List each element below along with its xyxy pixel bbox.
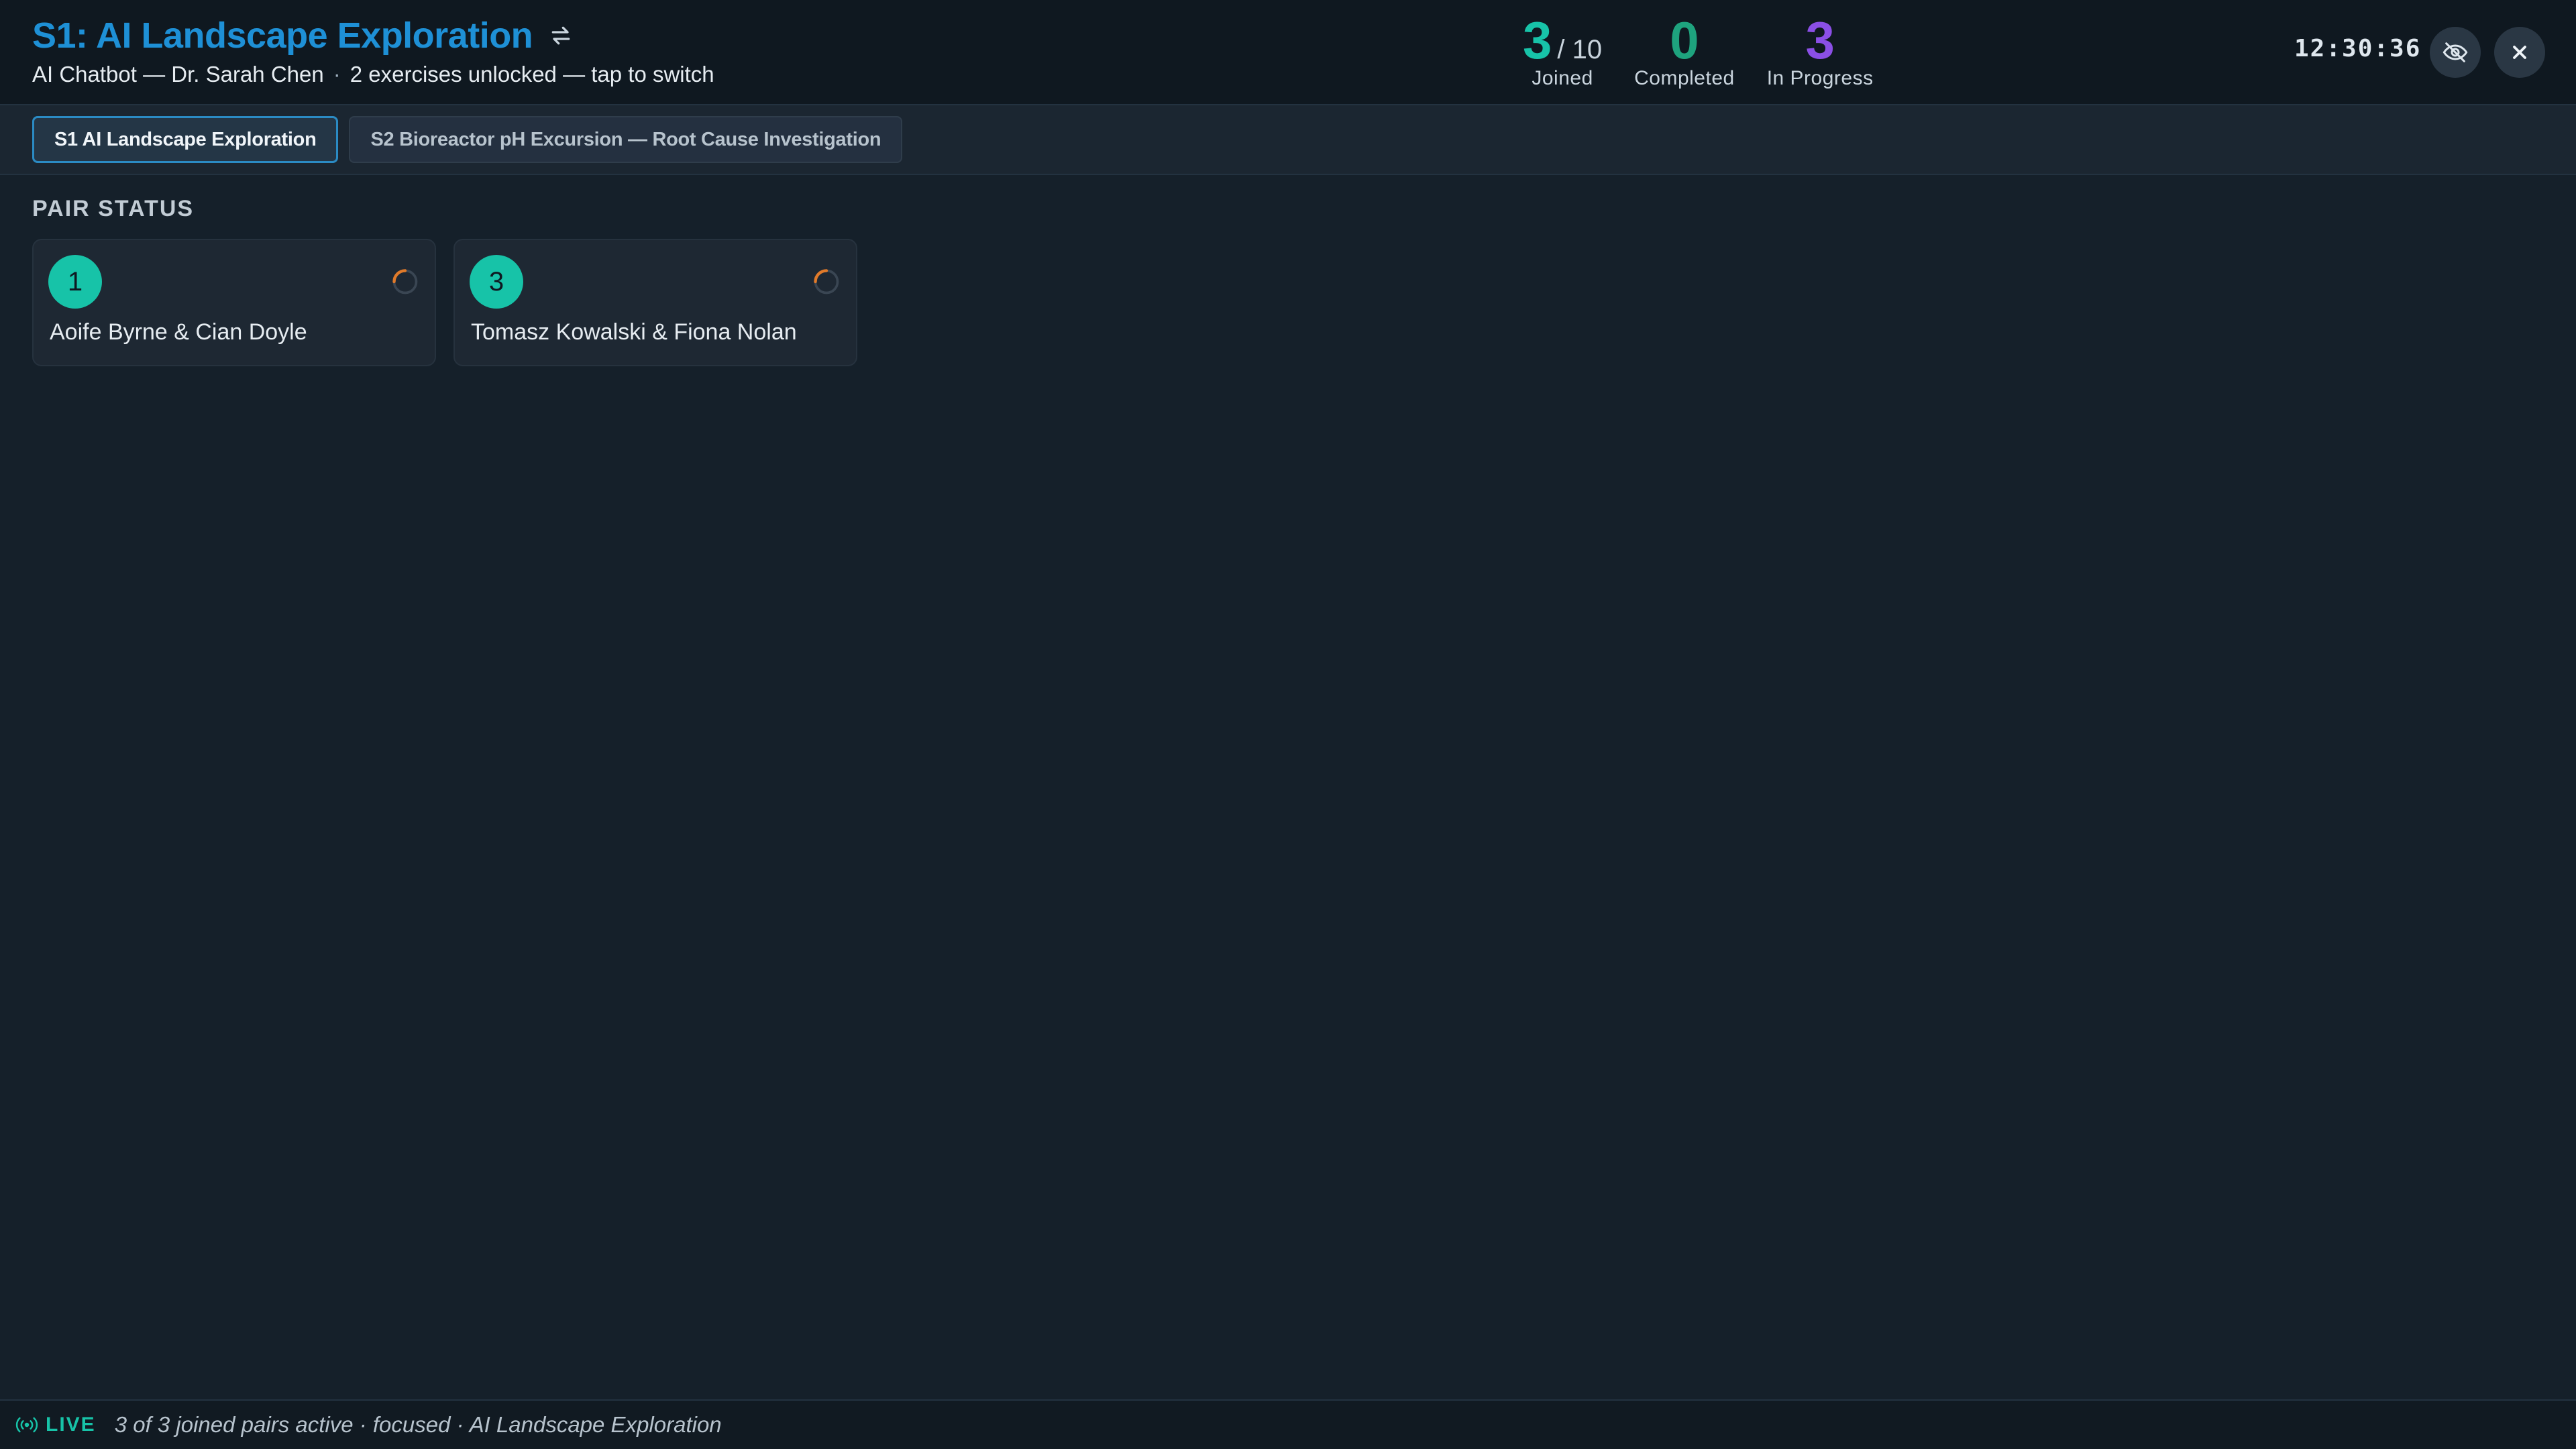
spinner-icon [392, 269, 418, 294]
pair-number-badge: 3 [470, 255, 523, 309]
pair-names: Tomasz Kowalski & Fiona Nolan [471, 319, 797, 345]
exercise-tabs: S1 AI Landscape Exploration S2 Bioreacto… [32, 116, 903, 163]
header: S1: AI Landscape Exploration AI Chatbot … [0, 0, 2576, 105]
subtitle-separator: · [333, 62, 341, 87]
stat-in-progress-value: 3 [1805, 11, 1835, 70]
pair-cards: 1 Aoife Byrne & Cian Doyle 3 Tomasz Kowa… [32, 239, 857, 366]
swap-arrows-icon[interactable] [547, 22, 574, 49]
stat-joined-value: 3 [1523, 11, 1552, 70]
close-icon [2513, 46, 2526, 59]
close-button[interactable] [2494, 27, 2545, 78]
subtitle-unlocked[interactable]: 2 exercises unlocked — tap to switch [350, 62, 714, 87]
status-bar: LIVE 3 of 3 joined pairs active · focuse… [0, 1399, 2576, 1449]
pair-card[interactable]: 3 Tomasz Kowalski & Fiona Nolan [453, 239, 857, 366]
spinner-icon [814, 269, 839, 294]
stat-completed-value: 0 [1670, 11, 1699, 70]
stat-in-progress: 3 In Progress [1767, 9, 1874, 90]
broadcast-icon [15, 1417, 38, 1433]
stat-joined-label: Joined [1532, 67, 1593, 89]
subtitle-chatbot: AI Chatbot — Dr. Sarah Chen [32, 62, 324, 87]
tab-s1[interactable]: S1 AI Landscape Exploration [32, 116, 339, 163]
title-row[interactable]: S1: AI Landscape Exploration [32, 15, 574, 56]
pair-status-heading: PAIR STATUS [32, 196, 195, 221]
stat-completed: 0 Completed [1634, 9, 1735, 90]
stat-completed-label: Completed [1634, 67, 1735, 89]
exercise-tabbar: S1 AI Landscape Exploration S2 Bioreacto… [0, 105, 2576, 175]
eye-off-icon [2443, 42, 2468, 62]
stats-group: 3 / 10 Joined 0 Completed 3 In Progress [1523, 9, 1874, 90]
stat-joined: 3 / 10 Joined [1523, 9, 1602, 90]
exercise-title[interactable]: S1: AI Landscape Exploration [32, 15, 533, 56]
stat-in-progress-label: In Progress [1766, 67, 1874, 89]
pair-number-badge: 1 [48, 255, 102, 309]
subtitle: AI Chatbot — Dr. Sarah Chen · 2 exercises … [32, 62, 714, 87]
live-label: LIVE [46, 1413, 96, 1436]
pair-names: Aoife Byrne & Cian Doyle [50, 319, 307, 345]
stat-joined-total: / 10 [1557, 35, 1603, 64]
status-text: 3 of 3 joined pairs active · focused · A… [114, 1412, 722, 1437]
clock: 12:30:36 [2294, 35, 2422, 62]
hide-button[interactable] [2430, 27, 2481, 78]
tab-s2[interactable]: S2 Bioreactor pH Excursion — Root Cause … [349, 116, 903, 163]
pair-card[interactable]: 1 Aoife Byrne & Cian Doyle [32, 239, 436, 366]
